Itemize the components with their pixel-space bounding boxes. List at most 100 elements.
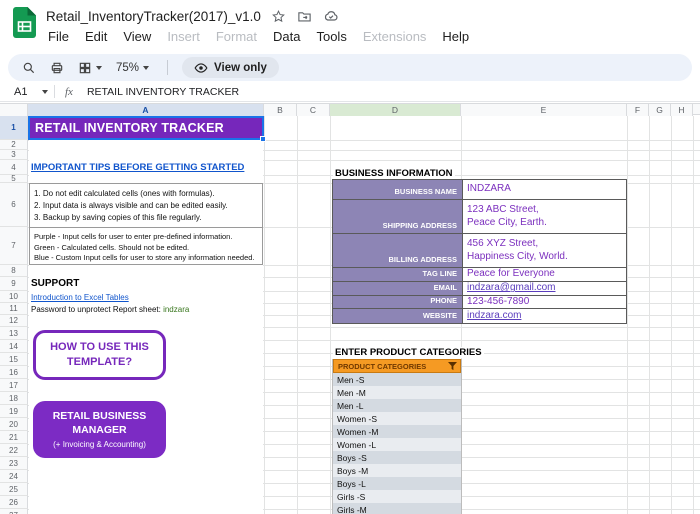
row-header-11[interactable]: 11 [0, 303, 28, 315]
row-header-6[interactable]: 6 [0, 183, 28, 227]
business-info-row[interactable]: PHONE 123-456-7890 [333, 296, 626, 309]
row-header-13[interactable]: 13 [0, 327, 28, 340]
category-row[interactable]: Men -S [333, 373, 461, 386]
search-icon[interactable] [22, 61, 36, 75]
column-header-C[interactable]: C [297, 104, 330, 116]
view-only-label: View only [214, 61, 267, 74]
row-header-15[interactable]: 15 [0, 353, 28, 366]
column-header-A[interactable]: A [28, 104, 264, 116]
category-row[interactable]: Boys -S [333, 451, 461, 464]
move-folder-icon[interactable] [297, 8, 313, 24]
business-value[interactable]: indzara.com [463, 309, 626, 323]
menu-edit[interactable]: Edit [77, 27, 115, 46]
category-row[interactable]: Boys -L [333, 477, 461, 490]
column-header-G[interactable]: G [649, 104, 671, 116]
selection-fill-handle[interactable] [260, 136, 266, 142]
formula-input[interactable]: RETAIL INVENTORY TRACKER [87, 86, 239, 98]
category-row[interactable]: Women -S [333, 412, 461, 425]
row-header-27[interactable]: 27 [0, 509, 28, 514]
business-value-link[interactable]: indzara.com [467, 310, 626, 323]
business-value[interactable]: Peace for Everyone [463, 268, 626, 281]
row-header-5[interactable]: 5 [0, 174, 28, 183]
row-header-22[interactable]: 22 [0, 444, 28, 457]
row-header-24[interactable]: 24 [0, 470, 28, 483]
business-value-link[interactable]: indzara@gmail.com [467, 282, 626, 295]
business-info-row[interactable]: BUSINESS NAME INDZARA [333, 180, 626, 200]
business-info-row[interactable]: SHIPPING ADDRESS 123 ABC Street, Peace Cit… [333, 200, 626, 234]
gridline [671, 116, 672, 514]
gridline [297, 116, 298, 514]
filter-icon[interactable] [448, 361, 457, 371]
row-header-10[interactable]: 10 [0, 291, 28, 303]
row-header-16[interactable]: 16 [0, 366, 28, 379]
column-header-D[interactable]: D [330, 104, 461, 116]
business-info-row[interactable]: TAG LINE Peace for Everyone [333, 268, 626, 282]
business-value[interactable]: 456 XYZ Street, Happiness City, World. [463, 234, 626, 267]
view-only-chip[interactable]: View only [182, 57, 279, 78]
color-note-line: Green - Calculated cells. Should not be … [34, 242, 190, 252]
cell-a1-title-banner[interactable]: RETAIL INVENTORY TRACKER [28, 116, 266, 142]
category-row[interactable]: Girls -S [333, 490, 461, 503]
support-link[interactable]: Introduction to Excel Tables [31, 293, 129, 302]
sheets-logo-icon[interactable] [13, 7, 36, 43]
star-icon[interactable] [271, 8, 287, 24]
zoom-control[interactable]: 75% [116, 62, 150, 74]
row-header-12[interactable]: 12 [0, 315, 28, 327]
menu-view[interactable]: View [115, 27, 159, 46]
column-header-B[interactable]: B [264, 104, 297, 116]
category-row[interactable]: Women -M [333, 425, 461, 438]
formula-bar-divider [54, 85, 55, 98]
grid-view-icon[interactable] [78, 61, 102, 75]
category-row[interactable]: Women -L [333, 438, 461, 451]
chevron-down-icon[interactable] [42, 89, 48, 94]
business-value[interactable]: indzara@gmail.com [463, 282, 626, 295]
column-header-E[interactable]: E [461, 104, 627, 116]
select-all-corner[interactable] [0, 104, 28, 116]
google-sheets-app: Retail_InventoryTracker(2017)_v1.0 File E… [0, 0, 700, 514]
name-box[interactable]: A1 [14, 86, 38, 98]
row-header-26[interactable]: 26 [0, 496, 28, 509]
menubar: File Edit View Insert Format Data Tools Extensi… [40, 27, 477, 46]
column-header-F[interactable]: F [627, 104, 649, 116]
category-row[interactable]: Girls -M [333, 503, 461, 514]
business-info-row[interactable]: BILLING ADDRESS 456 XYZ Street, Happiness … [333, 234, 626, 268]
banner-text: RETAIL INVENTORY TRACKER [35, 121, 224, 135]
business-info-row[interactable]: WEBSITE indzara.com [333, 309, 626, 323]
row-header-23[interactable]: 23 [0, 457, 28, 470]
print-icon[interactable] [50, 61, 64, 75]
retail-business-manager-button[interactable]: RETAIL BUSINESS MANAGER (+ Invoicing & A… [33, 401, 166, 458]
how-to-use-button[interactable]: HOW TO USE THIS TEMPLATE? [33, 330, 166, 380]
row-header-8[interactable]: 8 [0, 265, 28, 277]
doc-title[interactable]: Retail_InventoryTracker(2017)_v1.0 [46, 9, 261, 24]
row-header-7[interactable]: 7 [0, 227, 28, 265]
row-header-17[interactable]: 17 [0, 379, 28, 392]
menu-format[interactable]: Format [208, 27, 265, 46]
row-header-4[interactable]: 4 [0, 160, 28, 175]
menu-tools[interactable]: Tools [308, 27, 354, 46]
row-header-1[interactable]: 1 [0, 116, 28, 140]
row-header-18[interactable]: 18 [0, 392, 28, 405]
business-value[interactable]: 123-456-7890 [463, 296, 626, 308]
category-row[interactable]: Men -M [333, 386, 461, 399]
row-header-21[interactable]: 21 [0, 431, 28, 444]
business-value[interactable]: INDZARA [463, 180, 626, 199]
business-label: SHIPPING ADDRESS [333, 200, 463, 233]
business-value[interactable]: 123 ABC Street, Peace City, Earth. [463, 200, 626, 233]
row-header-25[interactable]: 25 [0, 483, 28, 496]
menu-data[interactable]: Data [265, 27, 308, 46]
menu-insert[interactable]: Insert [159, 27, 208, 46]
row-header-9[interactable]: 9 [0, 277, 28, 291]
row-header-14[interactable]: 14 [0, 340, 28, 353]
row-header-20[interactable]: 20 [0, 418, 28, 431]
menu-extensions[interactable]: Extensions [355, 27, 435, 46]
row-header-3[interactable]: 3 [0, 150, 28, 160]
menu-file[interactable]: File [40, 27, 77, 46]
row-header-19[interactable]: 19 [0, 405, 28, 418]
business-value-line: Peace City, Earth. [467, 216, 547, 228]
menu-help[interactable]: Help [434, 27, 477, 46]
column-header-H[interactable]: H [671, 104, 693, 116]
business-info-row[interactable]: EMAIL indzara@gmail.com [333, 282, 626, 296]
row-header-2[interactable]: 2 [0, 140, 28, 150]
category-row[interactable]: Men -L [333, 399, 461, 412]
category-row[interactable]: Boys -M [333, 464, 461, 477]
